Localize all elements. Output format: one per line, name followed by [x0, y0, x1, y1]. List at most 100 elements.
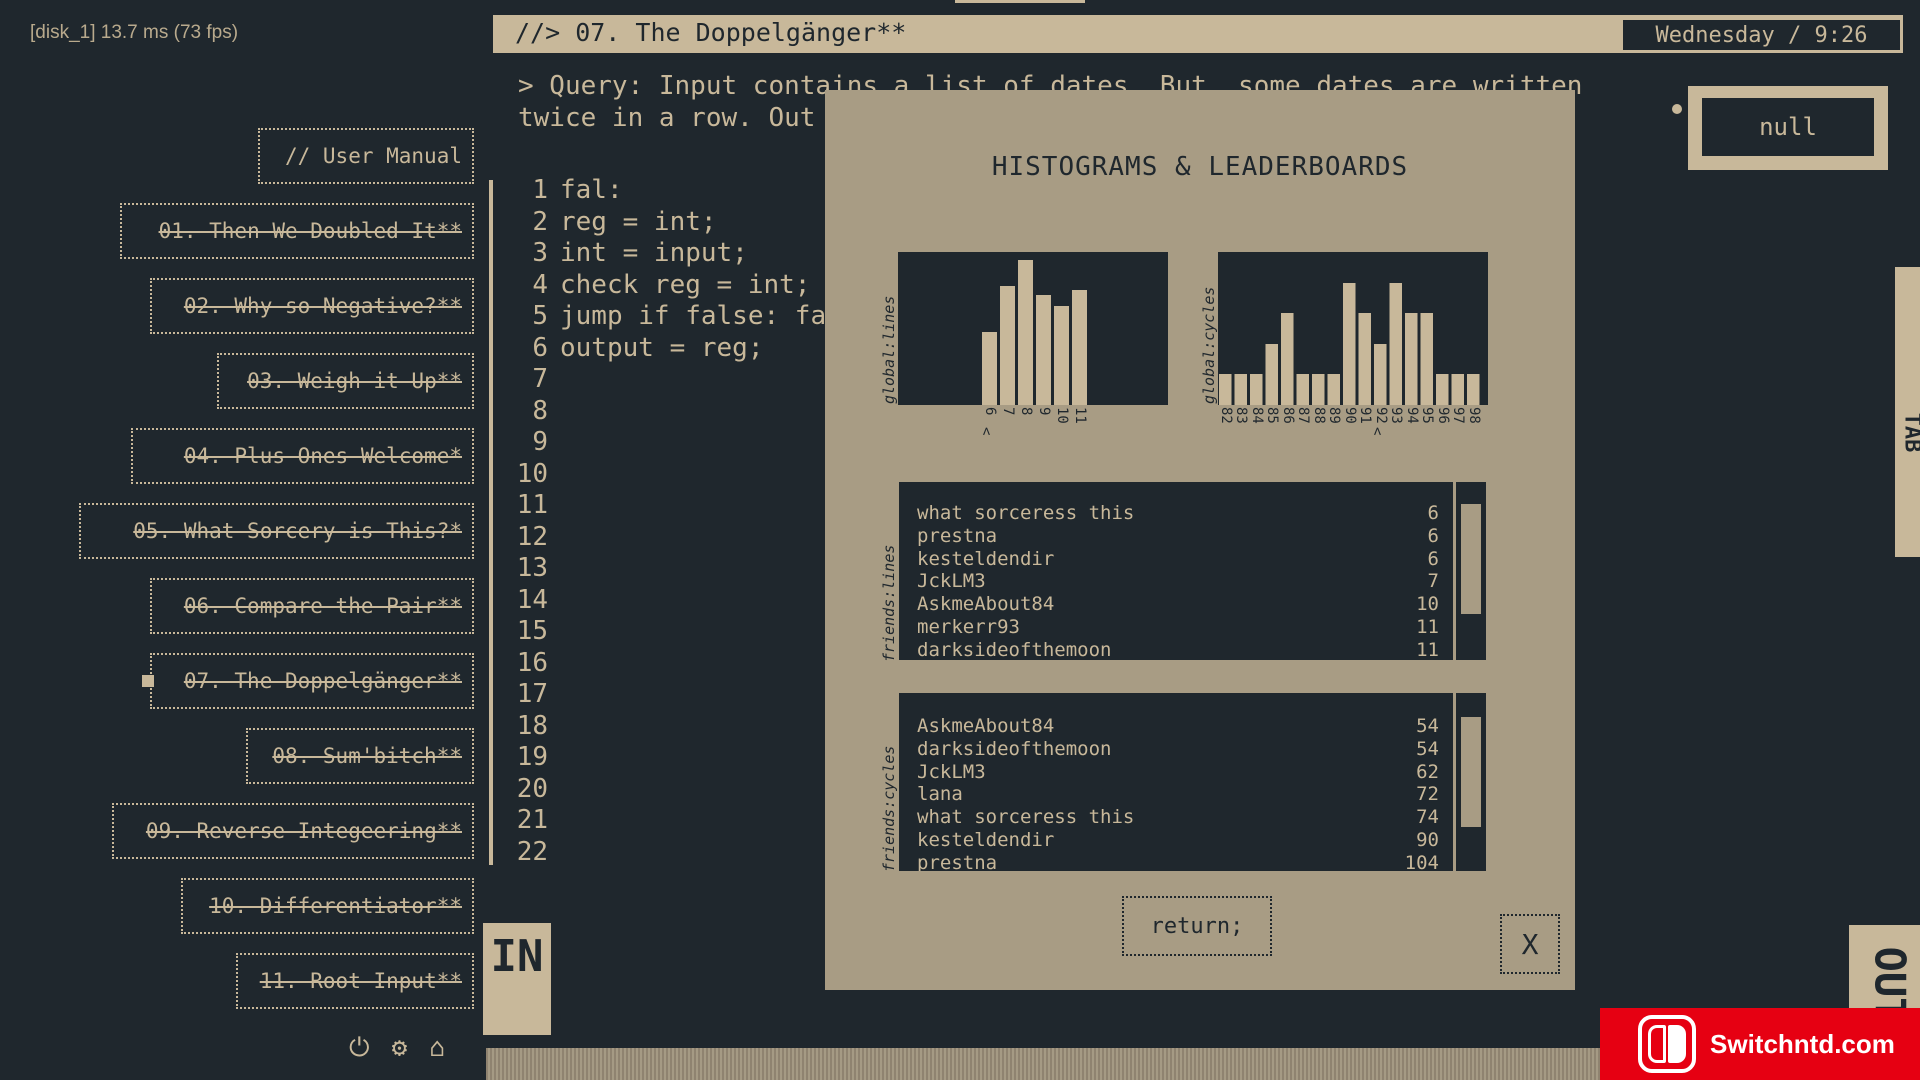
- user-manual-button[interactable]: // User Manual: [258, 128, 474, 184]
- histogram-tick-label: 11: [1072, 407, 1088, 424]
- friends-cycles-label: friends:cycles: [880, 745, 898, 872]
- line-number: 10: [516, 458, 548, 489]
- code-line[interactable]: 7: [514, 364, 826, 396]
- leaderboard-row: kesteldendir 6: [899, 548, 1453, 571]
- histogram-tick-label: 7: [1000, 407, 1016, 416]
- line-number: 2: [532, 206, 548, 237]
- leaderboard-row: AskmeAbout84 54: [899, 715, 1453, 738]
- line-number: 9: [532, 427, 548, 457]
- level-item-label: 07. The Doppelgänger**: [183, 669, 462, 693]
- home-icon[interactable]: ⌂: [429, 1033, 445, 1064]
- level-item[interactable]: 05. What Sorcery is This?*: [79, 503, 474, 559]
- leaderboard-cycles[interactable]: AskmeAbout84 54 darksideofthemoon 54 JckLM3 6…: [899, 693, 1453, 871]
- code-line[interactable]: 11: [514, 490, 826, 522]
- line-number: 17: [516, 679, 548, 709]
- level-item[interactable]: 08. Sum'bitch**: [246, 728, 474, 784]
- code-line[interactable]: 16: [514, 648, 826, 680]
- code-text: jump if false: fa: [560, 301, 827, 331]
- switch-logo-icon: [1638, 1015, 1696, 1073]
- line-number: 16: [516, 647, 548, 678]
- histogram-bar: [1018, 260, 1033, 405]
- player-name: what sorceress this: [917, 502, 1135, 524]
- player-score: 11: [1416, 615, 1439, 638]
- histogram-svg: [982, 260, 1087, 405]
- code-line[interactable]: 22: [514, 837, 826, 869]
- code-line[interactable]: 21: [514, 805, 826, 837]
- code-line[interactable]: 18: [514, 711, 826, 743]
- code-line[interactable]: 15: [514, 616, 826, 648]
- code-line[interactable]: 13: [514, 553, 826, 585]
- histogram-bar: [1327, 374, 1340, 405]
- return-button[interactable]: return;: [1122, 896, 1272, 956]
- code-line[interactable]: 4 check reg = int;: [514, 270, 826, 302]
- level-item-label: // User Manual: [284, 144, 462, 168]
- code-editor[interactable]: 1 fal: 2 reg = int; 3 int = input; 4 check reg …: [514, 175, 826, 868]
- level-item[interactable]: 04. Plus Ones Welcome*: [131, 428, 474, 484]
- leaderboard-row: darksideofthemoon 11: [899, 639, 1453, 660]
- player-name: prestna: [917, 524, 998, 547]
- leaderboard-cycles-scrollbar[interactable]: [1456, 693, 1486, 871]
- histogram-bar: [1000, 286, 1015, 405]
- line-number: 11: [516, 490, 548, 520]
- level-item-label: 10. Differentiator**: [209, 894, 462, 918]
- histogram-tick-label: 88: [1310, 407, 1327, 424]
- line-number: 4: [532, 269, 548, 300]
- histogram-tick-label: 93: [1388, 407, 1405, 424]
- code-line[interactable]: 17: [514, 679, 826, 711]
- level-item[interactable]: 11. Root Input**: [236, 953, 474, 1009]
- leaderboard-row: merkerr93 11: [899, 616, 1453, 639]
- code-line[interactable]: 14: [514, 585, 826, 617]
- player-score: 54: [1416, 715, 1439, 737]
- gear-icon[interactable]: ⚙: [392, 1033, 408, 1064]
- player-name: what sorceress this: [917, 806, 1135, 829]
- scroll-thumb[interactable]: [1461, 504, 1481, 614]
- leaderboard-row: prestna 6: [899, 525, 1453, 548]
- top-accent: [955, 0, 1085, 3]
- level-item[interactable]: 02. Why so Negative?**: [150, 278, 474, 334]
- leaderboard-row: what sorceress this 6: [899, 502, 1453, 525]
- histogram-tick-label: 87: [1295, 407, 1312, 424]
- histogram-tick-label: 8: [1018, 407, 1034, 416]
- power-icon[interactable]: ⏻: [349, 1033, 370, 1064]
- leaderboard-row: lana 72: [899, 783, 1453, 806]
- code-line[interactable]: 10: [514, 459, 826, 491]
- level-item[interactable]: 01. Then We Doubled It**: [120, 203, 474, 259]
- histogram-bar: [1281, 313, 1294, 405]
- histogram-lines: [898, 252, 1168, 405]
- scroll-thumb[interactable]: [1461, 717, 1481, 827]
- level-item[interactable]: 06. Compare the Pair**: [150, 578, 474, 634]
- line-number: 1: [532, 175, 548, 205]
- histogram-bar: [1405, 313, 1418, 405]
- line-number: 12: [516, 521, 548, 552]
- player-score: 62: [1416, 760, 1439, 783]
- code-line[interactable]: 8: [514, 396, 826, 428]
- player-score: 74: [1416, 806, 1439, 829]
- histogram-tick-label: 96: [1434, 407, 1451, 424]
- code-line[interactable]: 19: [514, 742, 826, 774]
- line-number: 8: [532, 395, 548, 426]
- player-name: kesteldendir: [917, 828, 1055, 851]
- histogram-bar: [1312, 374, 1325, 405]
- code-line[interactable]: 3 int = input;: [514, 238, 826, 270]
- leaderboard-lines[interactable]: what sorceress this 6 prestna 6 kesteldendir…: [899, 482, 1453, 660]
- histogram-tick-label: 92: [1372, 407, 1389, 424]
- code-line[interactable]: 6 output = reg;: [514, 333, 826, 365]
- hist-cycles-label: global:cycles: [1200, 286, 1218, 404]
- code-line[interactable]: 2 reg = int;: [514, 207, 826, 239]
- histogram-bar: [1054, 306, 1069, 405]
- level-item[interactable]: 09. Reverse Integeering**: [112, 803, 474, 859]
- code-line[interactable]: 5 jump if false: fa: [514, 301, 826, 333]
- level-item[interactable]: 07. The Doppelgänger**: [142, 653, 474, 709]
- level-item[interactable]: 03. Weigh it Up**: [217, 353, 474, 409]
- level-item-label: 03. Weigh it Up**: [247, 369, 462, 393]
- code-line[interactable]: 9: [514, 427, 826, 459]
- leaderboard-lines-scrollbar[interactable]: [1456, 482, 1486, 660]
- code-line[interactable]: 1 fal:: [514, 175, 826, 207]
- level-item-label: 11. Root Input**: [259, 969, 462, 993]
- line-number: 15: [516, 616, 548, 646]
- close-button[interactable]: X: [1500, 914, 1560, 974]
- code-line[interactable]: 12: [514, 522, 826, 554]
- histogram-tick-label: 6: [982, 407, 998, 416]
- code-line[interactable]: 20: [514, 774, 826, 806]
- level-item[interactable]: 10. Differentiator**: [181, 878, 474, 934]
